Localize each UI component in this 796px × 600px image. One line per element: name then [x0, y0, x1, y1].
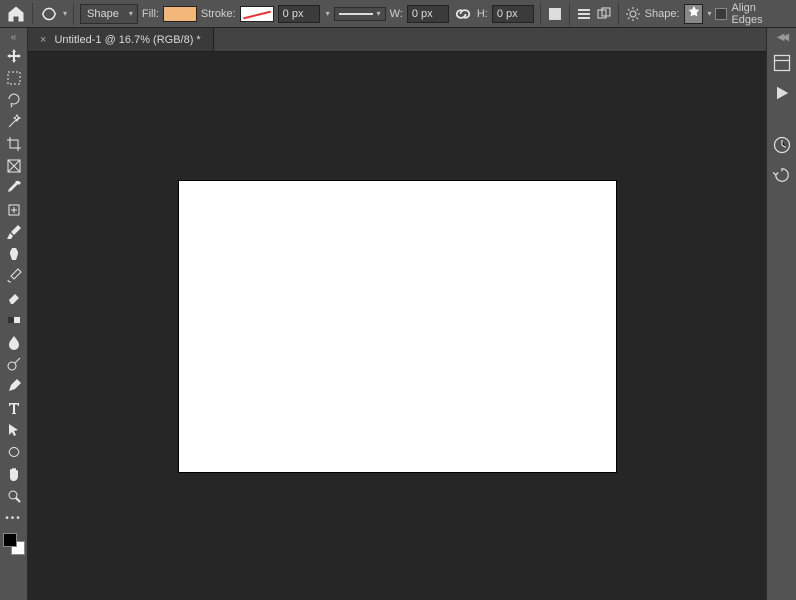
- pen-tool[interactable]: [2, 375, 26, 397]
- solid-line-icon: [339, 13, 373, 15]
- gear-icon[interactable]: [625, 6, 641, 22]
- type-tool[interactable]: [2, 397, 26, 419]
- spot-heal-tool[interactable]: [2, 199, 26, 221]
- height-input[interactable]: [492, 5, 534, 23]
- expand-panels-icon[interactable]: ◀◀: [777, 32, 786, 43]
- play-actions-icon[interactable]: [772, 83, 792, 103]
- shape-label: Shape:: [645, 8, 680, 20]
- tools-panel: « •••: [0, 28, 28, 600]
- home-icon[interactable]: [6, 4, 26, 24]
- canvas[interactable]: [179, 181, 616, 472]
- chevron-down-icon: ▾: [129, 9, 133, 18]
- align-edges-label: Align Edges: [731, 2, 790, 26]
- workspace: « ••• × Untitled-1 @ 16.7%: [0, 28, 796, 600]
- close-icon[interactable]: ×: [40, 34, 46, 46]
- history-brush-tool[interactable]: [2, 265, 26, 287]
- rect-marquee-tool[interactable]: [2, 67, 26, 89]
- width-field[interactable]: [407, 5, 449, 23]
- link-wh-icon[interactable]: [453, 4, 473, 24]
- slice-tool[interactable]: [2, 155, 26, 177]
- more-tools-icon[interactable]: •••: [2, 507, 26, 529]
- gradient-tool[interactable]: [2, 309, 26, 331]
- tool-preset-chevron-icon[interactable]: ▾: [63, 9, 67, 18]
- stroke-style-chevron-icon[interactable]: ▾: [377, 9, 381, 18]
- path-operations-icon[interactable]: [547, 6, 563, 22]
- eraser-tool[interactable]: [2, 287, 26, 309]
- document-tab[interactable]: × Untitled-1 @ 16.7% (RGB/8) *: [28, 28, 214, 51]
- hand-tool[interactable]: [2, 463, 26, 485]
- lasso-tool[interactable]: [2, 89, 26, 111]
- stroke-width-input[interactable]: [278, 5, 320, 23]
- crop-tool[interactable]: [2, 133, 26, 155]
- clone-tool[interactable]: [2, 243, 26, 265]
- move-tool[interactable]: [2, 45, 26, 67]
- width-input[interactable]: [407, 5, 449, 23]
- document-tab-title: Untitled-1 @ 16.7% (RGB/8) *: [54, 34, 200, 46]
- canvas-area[interactable]: [28, 52, 766, 600]
- options-bar: ▾ Shape ▾ Fill: Stroke: ▾ ▾ W: H: S: [0, 0, 796, 28]
- stroke-swatch[interactable]: [240, 6, 274, 22]
- zoom-tool[interactable]: [2, 485, 26, 507]
- history-icon[interactable]: [772, 165, 792, 185]
- align-edges-checkbox[interactable]: [715, 8, 727, 20]
- shape-picker[interactable]: [684, 4, 704, 24]
- stroke-label: Stroke:: [201, 8, 236, 20]
- path-select-tool[interactable]: [2, 419, 26, 441]
- fg-bg-colors[interactable]: [3, 533, 25, 555]
- width-label: W:: [390, 8, 403, 20]
- document-tabs: × Untitled-1 @ 16.7% (RGB/8) *: [28, 28, 766, 52]
- fill-label: Fill:: [142, 8, 159, 20]
- panel-toggle-icon[interactable]: [772, 53, 792, 73]
- dodge-tool[interactable]: [2, 353, 26, 375]
- tool-mode-select[interactable]: Shape ▾: [80, 4, 138, 24]
- path-arrangement-icon[interactable]: [596, 6, 612, 22]
- height-field[interactable]: [492, 5, 534, 23]
- blur-tool[interactable]: [2, 331, 26, 353]
- shape-picker-chevron-icon[interactable]: ▾: [707, 9, 711, 18]
- stroke-width-field[interactable]: ▾: [278, 5, 330, 23]
- foreground-color-swatch[interactable]: [3, 533, 17, 547]
- custom-shape-tool[interactable]: [2, 441, 26, 463]
- toolbar-collapse-icon[interactable]: «: [11, 32, 17, 43]
- path-alignment-icon[interactable]: [576, 6, 592, 22]
- right-panel-dock: ◀◀: [766, 28, 796, 600]
- tool-mode-label: Shape: [87, 8, 119, 20]
- document-area: × Untitled-1 @ 16.7% (RGB/8) *: [28, 28, 766, 600]
- magic-wand-tool[interactable]: [2, 111, 26, 133]
- custom-shape-tool-icon[interactable]: [39, 4, 59, 24]
- height-label: H:: [477, 8, 488, 20]
- stroke-width-chevron-icon[interactable]: ▾: [326, 9, 330, 18]
- navigator-icon[interactable]: [772, 135, 792, 155]
- stroke-style-select[interactable]: ▾: [334, 7, 386, 21]
- fill-swatch[interactable]: [163, 6, 197, 22]
- brush-tool[interactable]: [2, 221, 26, 243]
- eyedropper-tool[interactable]: [2, 177, 26, 199]
